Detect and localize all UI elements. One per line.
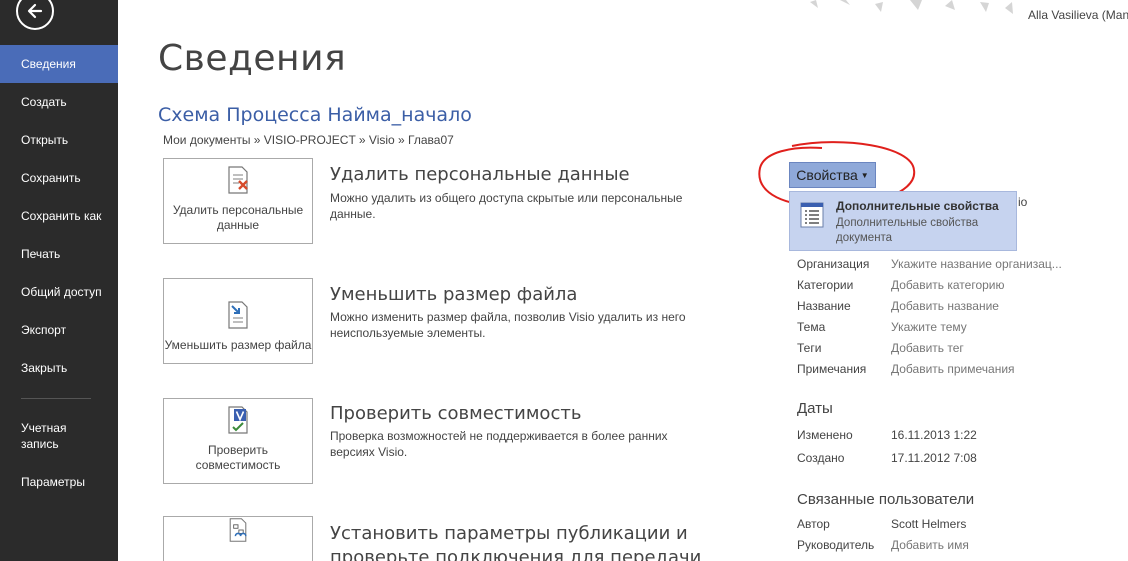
nav-item-export[interactable]: Экспорт	[0, 311, 118, 349]
reduce-file-size-label: Уменьшить размер файла	[164, 338, 312, 352]
properties-list-icon	[800, 202, 824, 228]
publish-links-icon	[229, 518, 247, 542]
check-compatibility-button[interactable]: Проверить совместимость	[163, 398, 313, 484]
check-compatibility-label: Проверить совместимость	[195, 443, 281, 472]
backstage-sidebar: Сведения Создать Открыть Сохранить Сохра…	[0, 0, 118, 561]
inspect-document-icon	[228, 166, 248, 194]
nav-item-account[interactable]: Учетная запись	[0, 414, 90, 458]
remove-personal-data-button[interactable]: Удалить персональные данные	[163, 158, 313, 244]
prop-value-categories[interactable]: Добавить категорию	[891, 278, 1005, 292]
remove-personal-data-heading: Удалить персональные данные	[330, 164, 630, 185]
nav-item-close[interactable]: Закрыть	[0, 349, 118, 387]
header-decoration	[810, 0, 1013, 14]
person-label-manager: Руководитель	[797, 538, 875, 552]
compress-file-icon	[228, 301, 248, 329]
nav-item-save[interactable]: Сохранить	[0, 159, 118, 197]
publish-settings-button[interactable]	[163, 516, 313, 561]
date-label-modified: Изменено	[797, 428, 853, 442]
prop-label-company: Организация	[797, 257, 870, 271]
reduce-file-size-heading: Уменьшить размер файла	[330, 284, 578, 305]
date-label-created: Создано	[797, 451, 845, 465]
nav-item-save-as[interactable]: Сохранить как	[0, 197, 118, 235]
nav-item-options[interactable]: Параметры	[0, 463, 118, 501]
obscured-text-fragment: io	[1018, 195, 1028, 209]
prop-value-title[interactable]: Добавить название	[891, 299, 999, 313]
date-value-modified: 16.11.2013 1:22	[891, 428, 977, 442]
chevron-down-icon: ▼	[860, 170, 869, 180]
nav-item-open[interactable]: Открыть	[0, 121, 118, 159]
publish-settings-heading: Установить параметры публикации и провер…	[330, 523, 702, 561]
nav-item-share[interactable]: Общий доступ	[0, 273, 118, 311]
check-compatibility-heading: Проверить совместимость	[330, 403, 582, 424]
advanced-properties-title: Дополнительные свойства	[836, 199, 999, 213]
remove-personal-data-desc: Можно удалить из общего доступа скрытые …	[330, 191, 683, 221]
person-value-manager[interactable]: Добавить имя	[891, 538, 969, 552]
reduce-file-size-button[interactable]: Уменьшить размер файла	[163, 278, 313, 364]
related-people-heading: Связанные пользователи	[797, 491, 975, 508]
back-button[interactable]	[16, 0, 54, 30]
remove-personal-data-label: Удалить персональные данные	[172, 203, 304, 232]
check-compatibility-desc: Проверка возможностей не поддерживается …	[330, 429, 668, 459]
reduce-file-size-desc: Можно изменить размер файла, позволив Vi…	[330, 310, 686, 340]
page-title: Сведения	[158, 38, 347, 79]
prop-value-comments[interactable]: Добавить примечания	[891, 362, 1015, 376]
properties-button-label: Свойства	[796, 167, 858, 183]
advanced-properties-menu-item[interactable]: Дополнительные свойства Дополнительные с…	[789, 191, 1017, 251]
prop-label-categories: Категории	[797, 278, 854, 292]
person-value-author[interactable]: Scott Helmers	[891, 517, 966, 531]
nav-divider	[21, 398, 91, 399]
nav-item-info[interactable]: Сведения	[0, 45, 118, 83]
properties-dropdown-button[interactable]: Свойства ▼	[789, 162, 876, 188]
breadcrumb[interactable]: Мои документы » VISIO-PROJECT » Visio » …	[163, 133, 454, 147]
date-value-created: 17.11.2012 7:08	[891, 451, 977, 465]
dates-heading: Даты	[797, 400, 833, 417]
user-account-name[interactable]: Alla Vasilieva (Man	[1028, 8, 1128, 22]
prop-label-subject: Тема	[797, 320, 826, 334]
document-title: Схема Процесса Найма_начало	[158, 104, 472, 126]
back-arrow-icon	[27, 3, 43, 19]
advanced-properties-desc: Дополнительные свойства документа	[836, 217, 979, 244]
prop-label-comments: Примечания	[797, 362, 867, 376]
prop-value-tags[interactable]: Добавить тег	[891, 341, 964, 355]
prop-value-subject[interactable]: Укажите тему	[891, 320, 967, 334]
prop-value-company[interactable]: Укажите название организац...	[891, 257, 1062, 271]
nav-item-print[interactable]: Печать	[0, 235, 118, 273]
prop-label-tags: Теги	[797, 341, 822, 355]
nav-item-new[interactable]: Создать	[0, 83, 118, 121]
person-label-author: Автор	[797, 517, 830, 531]
visio-compatibility-icon	[228, 406, 248, 434]
prop-label-title: Название	[797, 299, 851, 313]
